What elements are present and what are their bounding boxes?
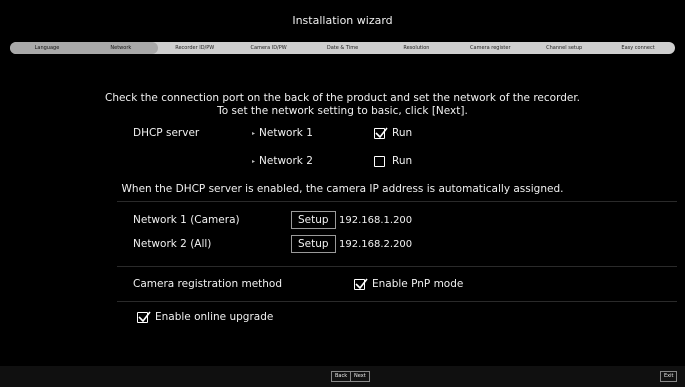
checkbox-checked-icon — [354, 278, 368, 290]
pnp-mode-checkbox[interactable]: Enable PnP mode — [354, 278, 463, 290]
divider — [117, 201, 677, 202]
step-date-time[interactable]: Date & Time — [306, 42, 380, 54]
step-easy-connect[interactable]: Easy connect — [601, 42, 675, 54]
divider — [117, 301, 677, 302]
chevron-right-icon: ▸ — [252, 157, 256, 165]
dhcp-network-1-run-checkbox[interactable]: Run — [374, 127, 412, 139]
chevron-right-icon: ▸ — [252, 129, 256, 137]
network-2-setup-button[interactable]: Setup — [291, 235, 336, 253]
step-channel-setup[interactable]: Channel setup — [527, 42, 601, 54]
back-button[interactable]: Back — [331, 371, 352, 382]
dhcp-server-label: DHCP server — [133, 127, 200, 139]
step-network[interactable]: Network — [83, 42, 158, 54]
checkbox-checked-icon — [374, 127, 388, 139]
network-2-ip: 192.168.2.200 — [339, 239, 413, 250]
dhcp-network-1-label: ▸ Network 1 — [252, 127, 313, 139]
online-upgrade-checkbox[interactable]: Enable online upgrade — [137, 311, 273, 323]
dhcp-network-2-run-checkbox[interactable]: Run — [374, 155, 412, 167]
camera-registration-label: Camera registration method — [133, 278, 283, 290]
dhcp-note: When the DHCP server is enabled, the cam… — [121, 183, 564, 195]
dhcp-network-2-label: ▸ Network 2 — [252, 155, 313, 167]
checkbox-checked-icon — [137, 311, 151, 323]
instruction-line-1: Check the connection port on the back of… — [104, 92, 581, 104]
step-camera-register[interactable]: Camera register — [453, 42, 527, 54]
step-recorder-id-pw[interactable]: Recorder ID/PW — [158, 42, 232, 54]
wizard-step-bar: Language Network Recorder ID/PW Camera I… — [10, 42, 675, 54]
exit-button[interactable]: Exit — [660, 371, 678, 382]
step-resolution[interactable]: Resolution — [379, 42, 453, 54]
network-1-label: Network 1 (Camera) — [133, 214, 240, 226]
step-language[interactable]: Language — [10, 42, 84, 54]
next-button[interactable]: Next — [350, 371, 370, 382]
step-camera-id-pw[interactable]: Camera ID/PW — [232, 42, 306, 54]
checkbox-unchecked-icon — [374, 155, 385, 167]
window-title: Installation wizard — [292, 14, 393, 27]
network-2-label: Network 2 (All) — [133, 238, 212, 250]
instruction-line-2: To set the network setting to basic, cli… — [217, 105, 468, 117]
network-1-setup-button[interactable]: Setup — [291, 211, 336, 229]
network-1-ip: 192.168.1.200 — [339, 215, 413, 226]
divider — [117, 266, 677, 267]
